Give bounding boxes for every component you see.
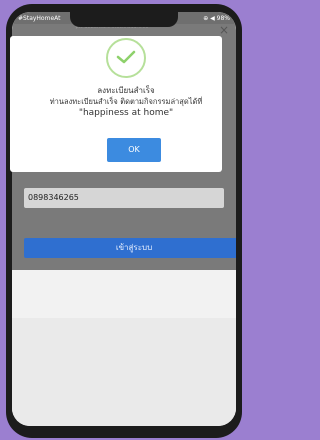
dialog-highlight: "happiness at home" bbox=[78, 108, 174, 118]
phone-field[interactable]: 0898346265 bbox=[24, 188, 224, 208]
notch bbox=[70, 12, 178, 27]
ok-button[interactable]: OK bbox=[107, 138, 161, 162]
page-bottom bbox=[12, 318, 236, 426]
close-icon[interactable]: × bbox=[218, 24, 230, 36]
success-check-icon bbox=[106, 38, 146, 78]
page-background bbox=[12, 270, 236, 426]
login-button[interactable]: เข้าสู่ระบบ bbox=[24, 238, 236, 258]
dialog-message: ท่านลงทะเบียนสำเร็จ ติดตามกิจกรรมล่าสุดไ… bbox=[49, 97, 203, 106]
